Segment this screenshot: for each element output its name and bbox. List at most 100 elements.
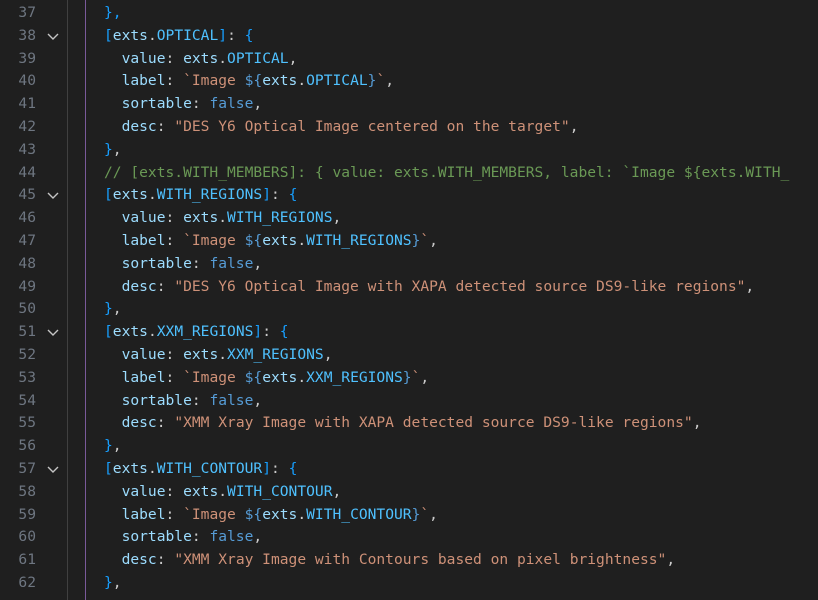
code-token: } xyxy=(104,437,113,455)
line-number: 56 xyxy=(18,437,36,455)
code-line[interactable]: 62}, xyxy=(0,572,818,595)
code-text[interactable]: desc: "DES Y6 Optical Image centered on … xyxy=(104,116,579,139)
code-token: , xyxy=(385,72,395,90)
code-line[interactable]: 49 desc: "DES Y6 Optical Image with XAPA… xyxy=(0,276,818,299)
code-line[interactable]: 50}, xyxy=(0,298,818,321)
code-token: , xyxy=(429,505,438,523)
code-text[interactable]: }, xyxy=(104,572,122,595)
code-text[interactable]: }, xyxy=(104,298,122,321)
line-number: 54 xyxy=(18,391,36,409)
code-line[interactable]: 42 desc: "DES Y6 Optical Image centered … xyxy=(0,116,818,139)
code-line[interactable]: 54 sortable: false, xyxy=(0,390,818,413)
code-text[interactable]: [exts.WITH_CONTOUR]: { xyxy=(104,458,297,481)
code-token: ] xyxy=(253,323,263,341)
code-editor[interactable]: 37}, 38 [exts.OPTICAL]: {39 value: exts.OP… xyxy=(0,0,818,600)
code-line[interactable]: 51 [exts.XXM_REGIONS]: { xyxy=(0,321,818,344)
fold-chevron-icon[interactable] xyxy=(46,25,60,48)
code-token: value xyxy=(121,482,166,500)
code-text[interactable]: sortable: false, xyxy=(104,253,263,276)
code-token: exts xyxy=(183,209,219,227)
code-line[interactable]: 41 sortable: false, xyxy=(0,93,818,116)
code-line[interactable]: 40 label: `Image ${exts.OPTICAL}`, xyxy=(0,70,818,93)
code-text[interactable]: label: `Image ${exts.WITH_CONTOUR}`, xyxy=(104,504,438,527)
code-text[interactable]: sortable: false, xyxy=(104,526,263,549)
code-token: . xyxy=(218,209,228,227)
code-token: label xyxy=(121,232,166,249)
code-line[interactable]: 53 label: `Image ${exts.XXM_REGIONS}`, xyxy=(0,367,818,390)
code-line[interactable]: 39 value: exts.OPTICAL, xyxy=(0,48,818,71)
code-token: } xyxy=(104,574,113,591)
code-token: ` xyxy=(376,72,386,90)
line-number: 61 xyxy=(18,551,36,569)
code-text[interactable]: sortable: false, xyxy=(104,390,263,413)
code-line[interactable]: 59 label: `Image ${exts.WITH_CONTOUR}`, xyxy=(0,504,818,527)
code-text[interactable]: [exts.OPTICAL]: { xyxy=(104,25,253,48)
line-number: 49 xyxy=(18,277,36,295)
code-token: "XMM Xray Image with Contours based on p… xyxy=(174,551,667,569)
code-text[interactable]: [exts.WITH_REGIONS]: { xyxy=(104,184,297,207)
code-text[interactable]: label: `Image ${exts.XXM_REGIONS}`, xyxy=(104,367,430,390)
code-line[interactable]: 57 [exts.WITH_CONTOUR]: { xyxy=(0,458,818,481)
code-token: exts xyxy=(183,49,219,67)
code-text[interactable]: label: `Image ${exts.WITH_REGIONS}`, xyxy=(104,230,438,253)
code-token: ] xyxy=(262,460,271,477)
code-token: exts xyxy=(262,505,298,523)
code-text[interactable]: desc: "XMM Xray Image with Contours base… xyxy=(104,549,676,572)
code-line[interactable]: 43}, xyxy=(0,139,818,162)
code-token: . xyxy=(218,49,228,67)
code-text[interactable]: value: exts.WITH_REGIONS, xyxy=(104,207,342,230)
code-text[interactable]: label: `Image ${exts.OPTICAL}`, xyxy=(104,70,394,93)
code-token: exts xyxy=(112,460,148,477)
code-line[interactable]: 52 value: exts.XXM_REGIONS, xyxy=(0,344,818,367)
code-line[interactable]: 61 desc: "XMM Xray Image with Contours b… xyxy=(0,549,818,572)
code-line[interactable]: 47 label: `Image ${exts.WITH_REGIONS}`, xyxy=(0,230,818,253)
code-token: value xyxy=(121,209,166,227)
code-token: label xyxy=(121,72,166,90)
code-line[interactable]: 46 value: exts.WITH_REGIONS, xyxy=(0,207,818,230)
code-token: : xyxy=(156,277,175,295)
code-text[interactable]: }, xyxy=(104,139,122,162)
code-token: sortable xyxy=(121,528,192,546)
code-line[interactable]: 56}, xyxy=(0,435,818,458)
code-text[interactable]: }, xyxy=(104,2,122,25)
code-text[interactable]: sortable: false, xyxy=(104,93,263,116)
code-token: WITH_REGIONS xyxy=(306,232,412,249)
line-number: 47 xyxy=(18,232,36,249)
code-line[interactable]: 60 sortable: false, xyxy=(0,526,818,549)
code-text[interactable]: value: exts.XXM_REGIONS, xyxy=(104,344,333,367)
code-line[interactable]: 38 [exts.OPTICAL]: { xyxy=(0,25,818,48)
code-line[interactable]: 44 // [exts.WITH_MEMBERS]: { value: exts.… xyxy=(0,162,818,185)
code-token: . xyxy=(147,186,157,204)
code-text[interactable]: [exts.XXM_REGIONS]: { xyxy=(104,321,289,344)
line-number: 62 xyxy=(18,574,36,591)
code-text[interactable]: value: exts.OPTICAL, xyxy=(104,48,298,71)
fold-chevron-icon[interactable] xyxy=(46,321,60,344)
code-text[interactable]: desc: "DES Y6 Optical Image with XAPA de… xyxy=(104,276,755,299)
line-number: 51 xyxy=(18,323,36,341)
code-token: "DES Y6 Optical Image centered on the ta… xyxy=(174,118,570,135)
code-token: WITH_CONTOUR xyxy=(227,482,333,500)
code-token: [ xyxy=(104,460,113,477)
fold-chevron-icon[interactable] xyxy=(46,184,60,207)
code-line[interactable]: 55 desc: "XMM Xray Image with XAPA detec… xyxy=(0,412,818,435)
code-token: XXM_REGIONS xyxy=(227,346,324,363)
code-token: ] xyxy=(218,26,228,44)
code-text[interactable]: // [exts.WITH_MEMBERS]: { value: exts.WI… xyxy=(104,162,789,185)
code-text[interactable]: }, xyxy=(104,435,122,458)
code-text[interactable]: value: exts.WITH_CONTOUR, xyxy=(104,481,342,504)
fold-chevron-icon[interactable] xyxy=(46,458,60,481)
code-token: : xyxy=(165,482,184,500)
code-line[interactable]: 48 sortable: false, xyxy=(0,253,818,276)
code-token: exts xyxy=(112,26,148,44)
code-line[interactable]: 58 value: exts.WITH_CONTOUR, xyxy=(0,481,818,504)
code-line[interactable]: 45 [exts.WITH_REGIONS]: { xyxy=(0,184,818,207)
line-number: 41 xyxy=(18,95,36,113)
code-text[interactable]: desc: "XMM Xray Image with XAPA detected… xyxy=(104,412,702,435)
code-line[interactable]: 37}, xyxy=(0,2,818,25)
